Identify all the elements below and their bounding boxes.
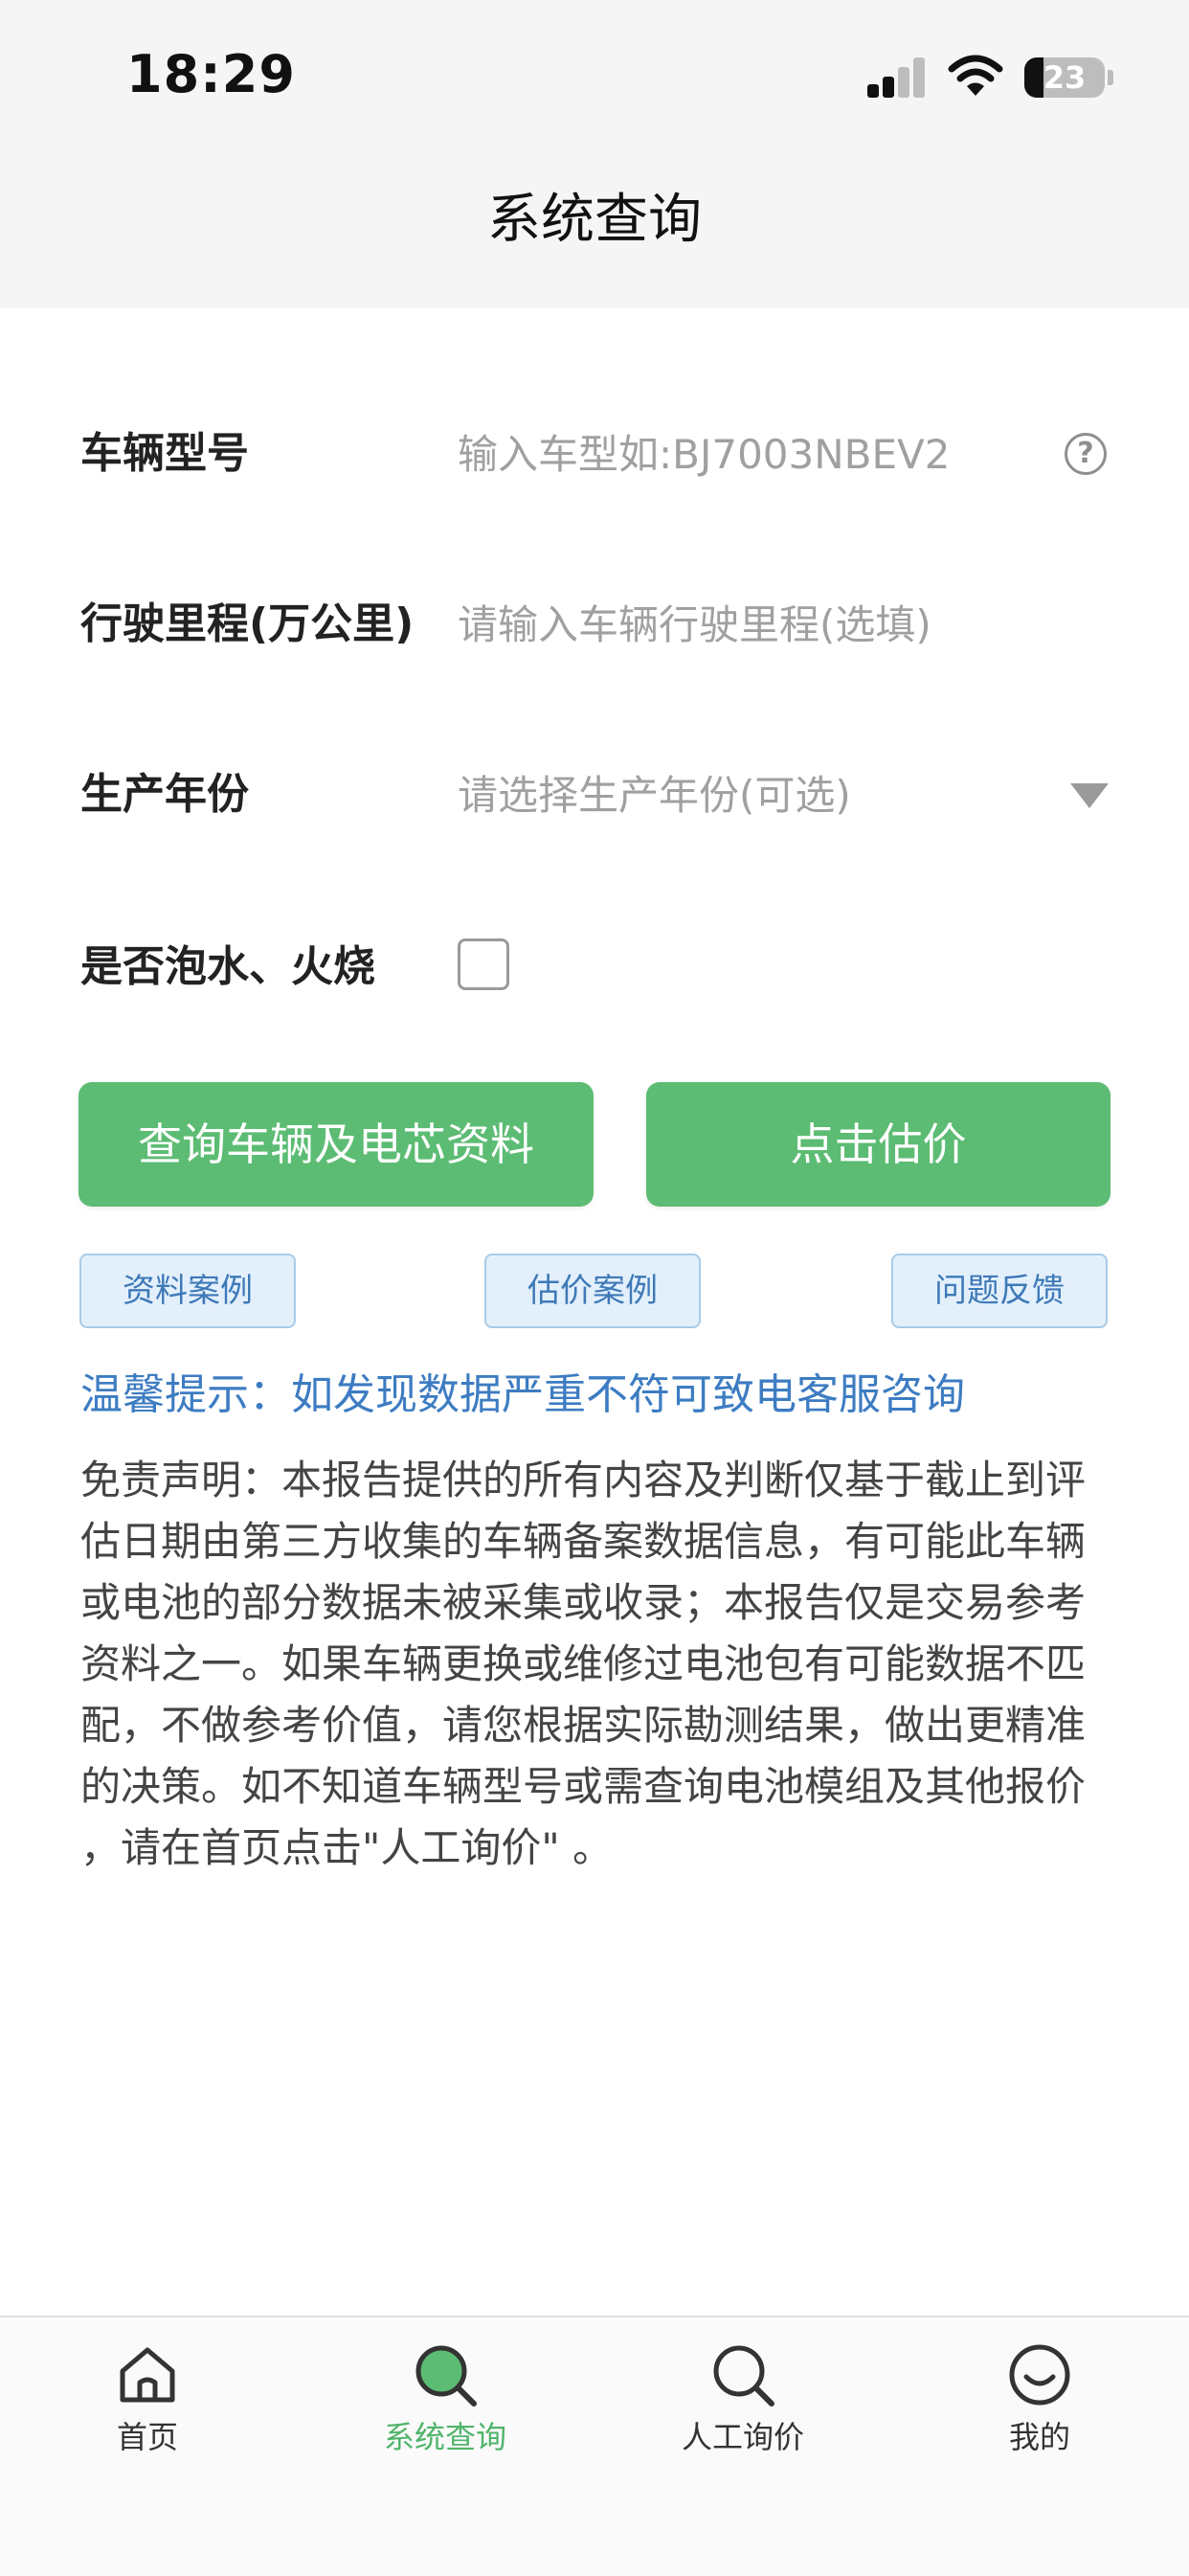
dropdown-caret-icon[interactable] [1070, 783, 1109, 808]
model-row: 车辆型号 ? [0, 396, 1189, 511]
mileage-row: 行驶里程(万公里) [0, 567, 1189, 682]
wifi-icon [948, 55, 1003, 96]
status-time: 18:29 [126, 44, 296, 104]
header: 18:29 23 系统查询 [0, 0, 1189, 308]
tab-label: 我的 [1008, 2419, 1070, 2455]
model-input[interactable] [458, 425, 1042, 483]
mileage-label: 行驶里程(万公里) [80, 599, 415, 648]
mileage-input[interactable] [458, 596, 1042, 653]
data-cases-button[interactable]: 资料案例 [79, 1254, 296, 1328]
search-icon [415, 2345, 477, 2407]
estimate-cases-button[interactable]: 估价案例 [484, 1254, 701, 1328]
tab-label: 首页 [116, 2419, 178, 2455]
model-label: 车辆型号 [80, 429, 249, 478]
year-select[interactable] [458, 766, 1042, 824]
year-row: 生产年份 [0, 737, 1189, 852]
page-title: 系统查询 [487, 189, 702, 251]
feedback-button[interactable]: 问题反馈 [891, 1254, 1108, 1328]
battery-tip [1108, 70, 1113, 85]
battery-icon: 23 [1024, 57, 1105, 98]
query-vehicle-button[interactable]: 查询车辆及电芯资料 [79, 1082, 594, 1207]
estimate-button[interactable]: 点击估价 [646, 1082, 1110, 1207]
search-icon [713, 2345, 774, 2407]
flood-fire-row: 是否泡水、火烧 [0, 910, 1189, 1025]
smiley-icon [1009, 2344, 1070, 2406]
tab-bar: 首页 系统查询 人工询价 我的 [0, 2316, 1189, 2576]
tab-label: 系统查询 [383, 2419, 506, 2455]
cellular-signal-icon [867, 56, 927, 98]
disclaimer-text: 免责声明：本报告提供的所有内容及判断仅基于截止到评估日期由第三方收集的车辆备案数… [80, 1457, 1087, 1871]
battery-level: 23 [1043, 59, 1087, 96]
home-icon [120, 2347, 175, 2403]
flood-fire-label: 是否泡水、火烧 [80, 942, 375, 991]
tab-home[interactable]: 首页 [61, 2317, 234, 2490]
tab-mine[interactable]: 我的 [953, 2317, 1126, 2490]
year-label: 生产年份 [80, 770, 249, 819]
tab-manual-inquiry[interactable]: 人工询价 [657, 2317, 829, 2490]
flood-fire-checkbox[interactable] [458, 938, 509, 990]
tab-label: 人工询价 [681, 2419, 804, 2455]
tab-system-query[interactable]: 系统查询 [359, 2317, 531, 2490]
warm-tip: 温馨提示：如发现数据严重不符可致电客服咨询 [80, 1370, 965, 1419]
help-icon[interactable]: ? [1065, 433, 1107, 475]
